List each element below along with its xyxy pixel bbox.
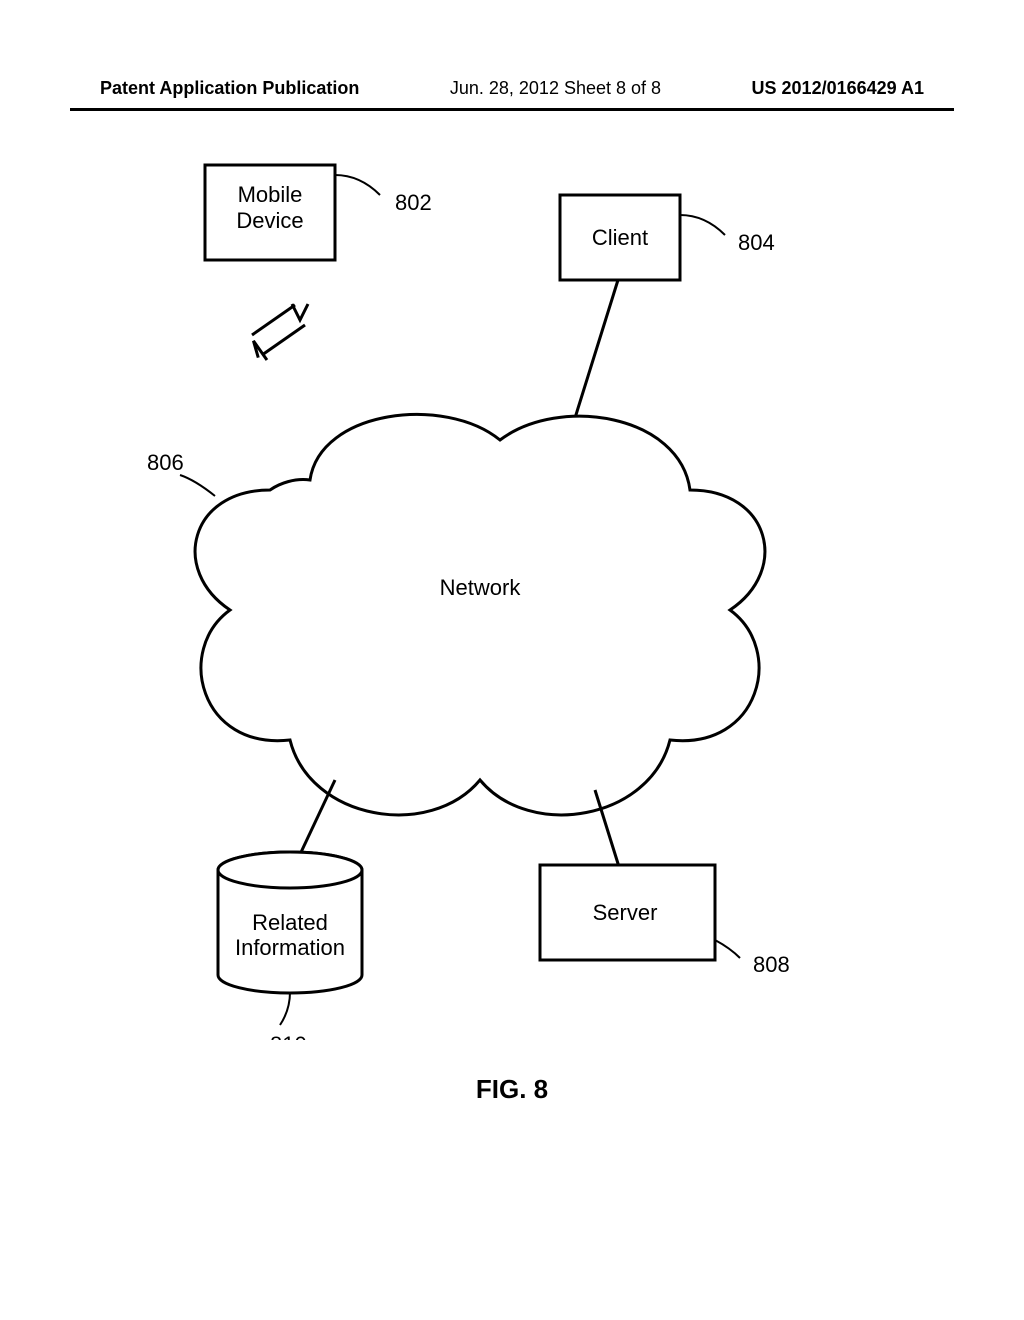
network-diagram: Mobile Device 802 Client 804 Network 806… bbox=[0, 140, 1024, 1040]
network-label: Network bbox=[440, 575, 522, 600]
header-patent-number: US 2012/0166429 A1 bbox=[752, 78, 924, 99]
related-label1: Related bbox=[252, 910, 328, 935]
client-ref-leader bbox=[680, 215, 725, 235]
page-header: Patent Application Publication Jun. 28, … bbox=[0, 78, 1024, 99]
client-ref: 804 bbox=[738, 230, 775, 255]
server-ref: 808 bbox=[753, 952, 790, 977]
header-divider bbox=[70, 108, 954, 111]
header-date-sheet: Jun. 28, 2012 Sheet 8 of 8 bbox=[450, 78, 661, 99]
server-ref-leader bbox=[715, 940, 740, 958]
header-publication: Patent Application Publication bbox=[100, 78, 359, 99]
db-ref-leader bbox=[280, 992, 290, 1025]
mobile-device-label1: Mobile bbox=[238, 182, 303, 207]
mobile-device-label2: Device bbox=[236, 208, 303, 233]
client-label: Client bbox=[592, 225, 648, 250]
network-cloud bbox=[195, 414, 765, 814]
server-label: Server bbox=[593, 900, 658, 925]
mobile-ref: 802 bbox=[395, 190, 432, 215]
network-ref-leader bbox=[180, 475, 215, 496]
figure-label: FIG. 8 bbox=[0, 1074, 1024, 1105]
db-ref: 810 bbox=[270, 1032, 307, 1040]
related-label2: Information bbox=[235, 935, 345, 960]
network-ref: 806 bbox=[147, 450, 184, 475]
mobile-ref-leader bbox=[335, 175, 380, 195]
wireless-icon bbox=[250, 304, 308, 360]
